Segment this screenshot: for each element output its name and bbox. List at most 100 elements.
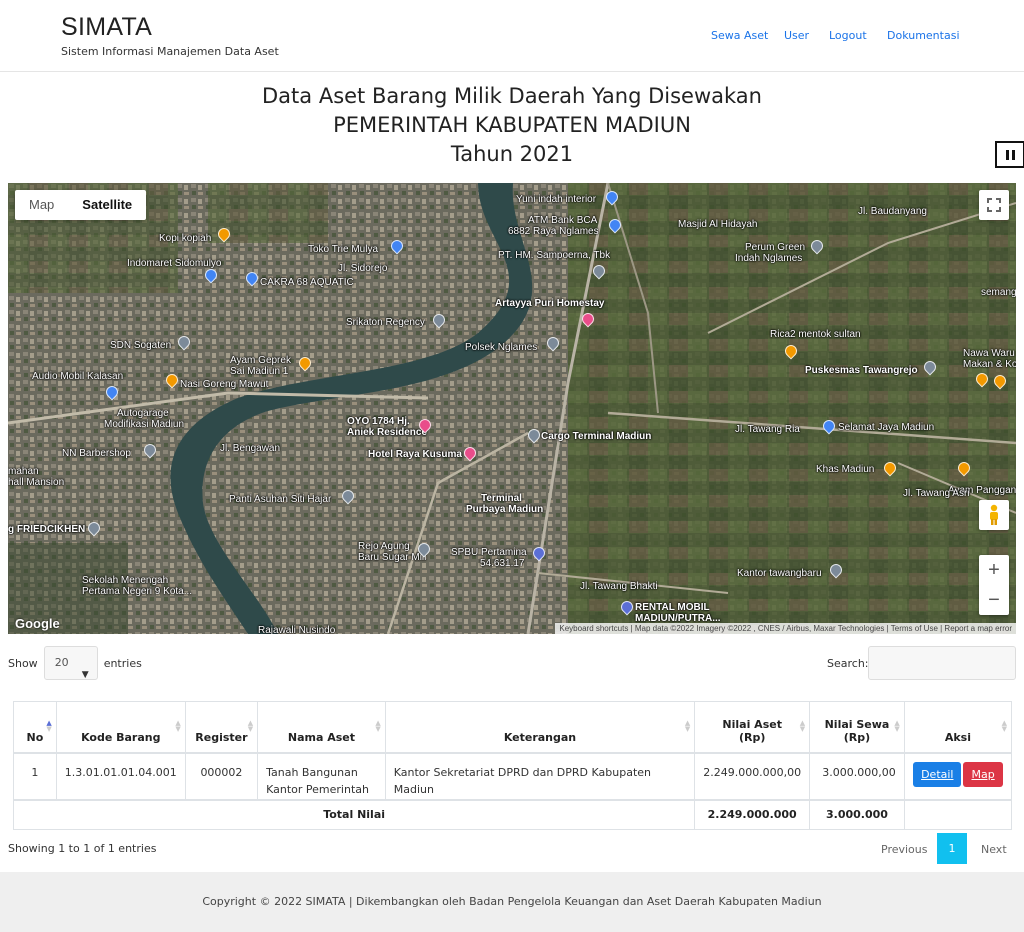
map-label[interactable]: NN Barbershop xyxy=(62,448,131,459)
sort-icon: ▲ ▼ xyxy=(1001,719,1007,733)
pagination-page-current[interactable]: 1 xyxy=(937,833,967,864)
map-label: Jl. Baudanyang xyxy=(858,206,927,217)
map-label: Jl. Tawang Bhakti xyxy=(580,581,658,592)
total-aksi-empty xyxy=(903,798,1013,830)
map-label[interactable]: Srikaton Regency xyxy=(346,317,425,328)
map-label: hall Mansion xyxy=(8,477,65,488)
map-label[interactable]: ATM Bank BCA xyxy=(528,215,597,226)
navbar: SIMATA Sistem Informasi Manajemen Data A… xyxy=(0,0,1024,72)
map-label[interactable]: Toko Trie Mulya xyxy=(308,244,378,255)
cell-nama-aset: Tanah Bangunan Kantor Pemerintah xyxy=(257,752,386,800)
column-header-nama-aset[interactable]: Nama Aset ▲ ▼ xyxy=(257,701,386,754)
map-label[interactable]: Sekolah Menengah xyxy=(82,575,168,586)
column-header-nilai-aset[interactable]: Nilai Aset (Rp) ▲ ▼ xyxy=(694,701,811,754)
nav-sewa-aset[interactable]: Sewa Aset xyxy=(711,29,768,42)
map-label[interactable]: g FRIEDCIKHEN xyxy=(8,524,85,535)
entries-select[interactable]: 20 ▼ xyxy=(43,646,98,680)
map-label[interactable]: Sai Madiun 1 xyxy=(230,366,288,377)
map-label[interactable]: Kopi kopiah xyxy=(159,233,211,244)
map-label[interactable]: Rajawali Nusindo xyxy=(258,625,335,634)
map-label[interactable]: Pertama Negeri 9 Kota... xyxy=(82,586,192,597)
column-header-aksi[interactable]: Aksi ▲ ▼ xyxy=(903,701,1013,754)
column-header-no[interactable]: No ▲ ▼ xyxy=(13,701,57,754)
zoom-in-button[interactable]: + xyxy=(979,555,1009,585)
cell-aksi: Detail Map xyxy=(903,752,1013,800)
map-label[interactable]: Purbaya Madiun xyxy=(466,504,543,515)
search-input[interactable] xyxy=(868,646,1016,680)
pause-button[interactable] xyxy=(995,141,1024,168)
sort-icon: ▲ ▼ xyxy=(799,719,806,733)
map-label[interactable]: Panti Asuhan Siti Hajar xyxy=(229,494,331,505)
sort-icon: ▲ ▼ xyxy=(247,719,254,733)
map-label[interactable]: Nawa Waru xyxy=(963,348,1015,359)
map-label[interactable]: CAKRA 68 AQUATIC xyxy=(260,277,354,288)
sort-icon: ▲ ▼ xyxy=(175,719,181,733)
entries-label: entries xyxy=(103,656,142,670)
map-label[interactable]: SDN Sogaten xyxy=(110,340,171,351)
map-label[interactable]: Kantor tawangbaru xyxy=(737,568,822,579)
map-label: semang xyxy=(981,287,1016,298)
map-label[interactable]: 54.631.17 xyxy=(480,558,525,569)
column-header-keterangan[interactable]: Keterangan ▲ ▼ xyxy=(384,701,696,754)
footer-copyright: Copyright © 2022 SIMATA | Dikembangkan o… xyxy=(202,895,822,908)
map-label[interactable]: 6882 Raya Nglames xyxy=(508,226,599,237)
cell-no: 1 xyxy=(13,752,57,800)
map-label[interactable]: Perum Green xyxy=(745,242,805,253)
assets-table: No ▲ ▼ Kode Barang ▲ ▼ Register ▲ ▼ Nama Aset ▲… xyxy=(12,701,1013,830)
map-label[interactable]: Polsek Nglames xyxy=(465,342,537,353)
map-label[interactable]: OYO 1784 Hj. xyxy=(347,416,410,427)
nav-dokumentasi[interactable]: Dokumentasi xyxy=(887,29,960,42)
map-label[interactable]: Audio Mobil Kalasan xyxy=(32,371,123,382)
street-view-pegman-button[interactable] xyxy=(979,500,1009,530)
map-label[interactable]: Khas Madiun xyxy=(816,464,874,475)
map-label[interactable]: Indah Nglames xyxy=(735,253,802,264)
map-label[interactable]: Indomaret Sidomulyo xyxy=(127,258,222,269)
page-title-line3: Tahun 2021 xyxy=(450,142,574,166)
map-label[interactable]: Artayya Puri Homestay xyxy=(495,298,605,309)
pagination-previous[interactable]: Previous xyxy=(881,843,928,856)
map-label[interactable]: Selamat Jaya Madiun xyxy=(838,422,934,433)
map-label[interactable]: Rica2 mentok sultan xyxy=(770,329,861,340)
total-nilai-sewa: 3.000.000 xyxy=(809,798,905,830)
map-type-map-button[interactable]: Map xyxy=(15,190,68,220)
map-label: Jl. Sidorejo xyxy=(338,263,388,274)
nav-logout[interactable]: Logout xyxy=(829,29,867,42)
footer: Copyright © 2022 SIMATA | Dikembangkan o… xyxy=(0,872,1024,932)
map-type-satellite-button[interactable]: Satellite xyxy=(68,190,146,220)
show-label: Show xyxy=(8,656,38,670)
nav-links: Sewa Aset User Logout Dokumentasi xyxy=(0,29,1024,45)
column-header-nilai-sewa[interactable]: Nilai Sewa (Rp) ▲ ▼ xyxy=(809,701,905,754)
map-label[interactable]: Makan & Ko xyxy=(963,359,1016,370)
map-attribution[interactable]: Keyboard shortcuts | Map data ©2022 Imag… xyxy=(555,623,1016,634)
map-label[interactable]: Terminal xyxy=(481,493,522,504)
map-label[interactable]: Hotel Raya Kusuma xyxy=(368,449,462,460)
fullscreen-icon xyxy=(987,198,1001,212)
map-label[interactable]: SPBU Pertamina xyxy=(451,547,527,558)
google-logo[interactable]: Google xyxy=(15,616,60,631)
satellite-map[interactable]: Map Satellite + − Yuni indah interior AT… xyxy=(8,183,1016,634)
map-label[interactable]: PT. HM. Sampoerna, Tbk xyxy=(498,250,610,261)
sort-icon: ▲ ▼ xyxy=(375,719,381,733)
column-header-register[interactable]: Register ▲ ▼ xyxy=(184,701,259,754)
fullscreen-button[interactable] xyxy=(979,190,1009,220)
map-label[interactable]: Masjid Al Hidayah xyxy=(678,219,757,230)
map-label[interactable]: Autogarage xyxy=(117,408,169,419)
map-label[interactable]: Nasi Goreng Mawut xyxy=(180,379,268,390)
map-button[interactable]: Map xyxy=(963,761,1003,787)
map-label[interactable]: Cargo Terminal Madiun xyxy=(541,431,651,442)
map-label[interactable]: Modifikasi Madiun xyxy=(104,419,184,430)
map-label[interactable]: Aniek Residence xyxy=(347,427,427,438)
pagination-next[interactable]: Next xyxy=(981,843,1007,856)
map-label[interactable]: Ayam Geprek xyxy=(230,355,291,366)
nav-user[interactable]: User xyxy=(784,29,809,42)
pause-icon-bar-right xyxy=(1011,149,1015,160)
zoom-out-button[interactable]: − xyxy=(979,585,1009,615)
map-label[interactable]: RENTAL MOBIL xyxy=(635,602,710,613)
map-label[interactable]: Puskesmas Tawangrejo xyxy=(805,365,918,376)
zoom-control: + − xyxy=(979,555,1009,615)
map-label[interactable]: Rejo Agung xyxy=(358,541,410,552)
detail-button[interactable]: Detail xyxy=(913,761,962,787)
map-label[interactable]: Yuni indah interior xyxy=(516,194,596,205)
column-header-kode-barang[interactable]: Kode Barang ▲ ▼ xyxy=(55,701,186,754)
map-label[interactable]: Baru Sugar Mill xyxy=(358,552,426,563)
